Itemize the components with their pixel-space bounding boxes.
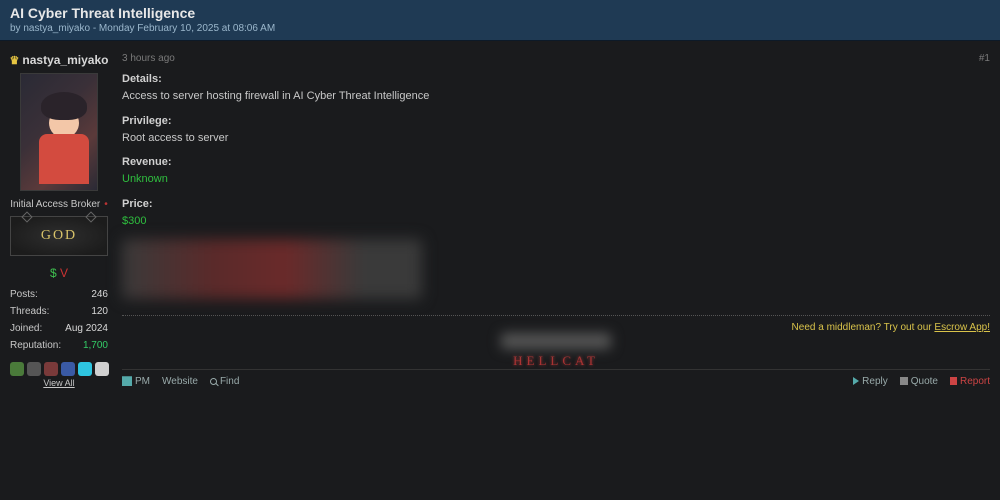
quote-button[interactable]: Quote: [900, 376, 938, 387]
privilege-value: Root access to server: [122, 131, 990, 146]
thread-byline: by nastya_miyako - Monday February 10, 2…: [10, 23, 990, 34]
find-button[interactable]: Find: [210, 376, 239, 387]
redacted-inline: [501, 333, 611, 349]
user-title: Initial Access Broker•: [6, 199, 112, 210]
thread-header: AI Cyber Threat Intelligence by nastya_m…: [0, 0, 1000, 41]
view-all-link[interactable]: View All: [6, 378, 112, 388]
user-stats: Posts:246 Threads:120 Joined:Aug 2024 Re…: [10, 286, 108, 354]
escrow-notice: Need a middleman? Try out our Escrow App…: [122, 322, 990, 333]
revenue-value: Unknown: [122, 172, 990, 187]
signature-area: HELLCAT: [122, 333, 990, 369]
crown-icon: ♛: [10, 54, 20, 67]
reply-icon: [853, 377, 859, 385]
thread-title: AI Cyber Threat Intelligence: [10, 5, 990, 21]
badge-icon: [44, 362, 58, 376]
revenue-label: Revenue:: [122, 155, 990, 170]
flag-icon: [950, 377, 957, 385]
search-icon: [210, 378, 217, 385]
badge-icon: [10, 362, 24, 376]
badge-icon: [95, 362, 109, 376]
badge-icon: [61, 362, 75, 376]
redacted-block: [122, 239, 422, 299]
price-value: $300: [122, 214, 990, 229]
quote-icon: [900, 377, 908, 385]
post-content: 3 hours ago #1 Details: Access to server…: [118, 53, 1000, 389]
details-value: Access to server hosting firewall in AI …: [122, 89, 990, 104]
details-label: Details:: [122, 72, 990, 87]
post-body: Details: Access to server hosting firewa…: [122, 72, 990, 299]
envelope-icon: [122, 376, 132, 386]
price-label: Price:: [122, 197, 990, 212]
signature-text: HELLCAT: [513, 353, 599, 369]
pm-button[interactable]: PM: [122, 376, 150, 387]
avatar[interactable]: [20, 73, 98, 191]
report-button[interactable]: Report: [950, 376, 990, 387]
v-icon: V: [60, 266, 68, 280]
badge-icon: [27, 362, 41, 376]
privilege-label: Privilege:: [122, 114, 990, 129]
website-button[interactable]: Website: [162, 376, 198, 387]
author-panel: ♛ nastya_miyako Initial Access Broker• G…: [0, 53, 118, 389]
escrow-link[interactable]: Escrow App!: [934, 322, 990, 333]
achievement-badges: [6, 362, 112, 376]
author-name-text: nastya_miyako: [22, 53, 108, 67]
dollar-icon: $: [50, 266, 57, 280]
divider: [122, 315, 990, 316]
post: ♛ nastya_miyako Initial Access Broker• G…: [0, 53, 1000, 389]
author-username[interactable]: ♛ nastya_miyako: [10, 53, 109, 67]
post-number-link[interactable]: #1: [979, 53, 990, 64]
rank-badge: GOD: [10, 216, 108, 256]
post-footer: PM Website Find Reply Quote Report: [122, 369, 990, 389]
badge-icon: [78, 362, 92, 376]
reply-button[interactable]: Reply: [853, 376, 888, 387]
post-timestamp: 3 hours ago: [122, 53, 175, 64]
status-icons: $ V: [6, 266, 112, 280]
